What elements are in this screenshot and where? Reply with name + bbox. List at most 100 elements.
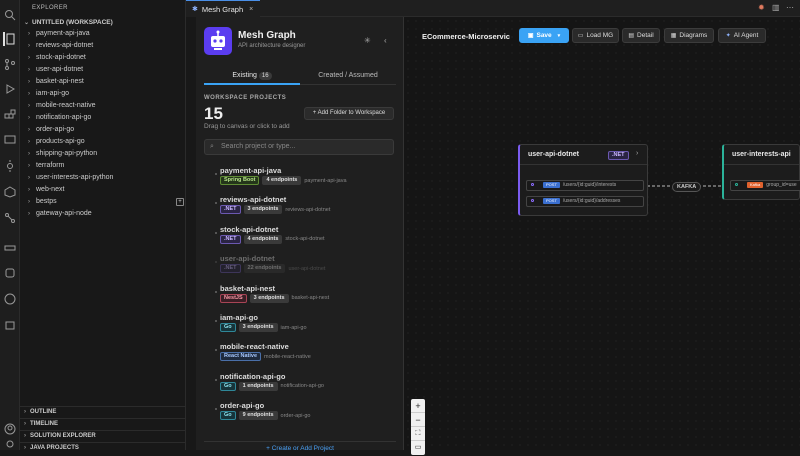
tab-existing[interactable]: Existing 16 xyxy=(204,69,300,85)
service-node-user-api[interactable]: user-api-dotnet .NET › POST/users/{id:gu… xyxy=(518,144,648,216)
project-search-input[interactable]: ⌕ Search project or type... xyxy=(204,139,394,155)
github-icon[interactable] xyxy=(3,292,17,306)
tech-badge: .NET xyxy=(608,151,629,160)
project-item[interactable]: order-api-go Go 9 endpoints order-api-go xyxy=(204,400,394,428)
tree-item[interactable]: › reviews-api-dotnet xyxy=(28,40,184,52)
theme-icon[interactable]: ✳ xyxy=(364,36,371,45)
tree-item[interactable]: › basket-api-nest xyxy=(28,76,184,88)
settings-icon[interactable] xyxy=(3,437,17,451)
tree-item-label: reviews-api-dotnet xyxy=(36,42,94,49)
extensions-icon[interactable] xyxy=(3,108,17,122)
tree-item-label: bestps xyxy=(36,198,57,205)
project-tags: NestJS 3 endpoints basket-api-nest xyxy=(220,293,329,303)
tree-item[interactable]: › notification-api-go xyxy=(28,112,184,124)
drag-handle[interactable] xyxy=(215,202,217,205)
endpoint-count-badge: 3 endpoints xyxy=(249,293,289,303)
project-item[interactable]: mobile-react-native React Native mobile-re… xyxy=(204,341,394,369)
chevron-right-icon: › xyxy=(28,187,30,193)
endpoint-count-badge: 9 endpoints xyxy=(238,411,278,421)
section-solution-explorer[interactable]: › SOLUTION EXPLORER xyxy=(20,430,186,442)
workspace-projects-heading: WORKSPACE PROJECTS xyxy=(204,95,287,101)
kafka-connection-label[interactable]: KAFKA xyxy=(672,182,702,192)
python-icon[interactable] xyxy=(3,266,17,280)
source-control-icon[interactable] xyxy=(3,57,17,71)
project-path: iam-api-go xyxy=(280,324,307,331)
project-item[interactable]: notification-api-go Go 1 endpoints notifica… xyxy=(204,371,394,399)
drag-handle[interactable] xyxy=(215,320,217,322)
collapse-icon[interactable]: ‹ xyxy=(384,36,387,45)
tree-item[interactable]: › terraform xyxy=(28,160,184,172)
drag-handle[interactable] xyxy=(215,261,217,264)
drag-handle[interactable] xyxy=(215,349,217,352)
tree-item[interactable]: › bestps + xyxy=(28,196,184,208)
files-icon[interactable] xyxy=(3,32,17,46)
chevron-right-icon[interactable]: › xyxy=(636,150,638,157)
project-item[interactable]: basket-api-nest NestJS 3 endpoints basket-a… xyxy=(204,283,394,311)
tab-mesh-graph[interactable]: ✱ Mesh Graph × xyxy=(186,0,260,17)
tree-item[interactable]: › iam-api-go xyxy=(28,88,184,100)
tree-item[interactable]: › user-api-dotnet xyxy=(28,64,184,76)
docker-icon[interactable] xyxy=(3,240,17,254)
chevron-right-icon: › xyxy=(28,115,30,121)
project-item[interactable]: user-api-dotnet .NET 22 endpoints user-api-… xyxy=(204,253,394,281)
project-item[interactable]: payment-api-java Spring Boot 4 endpoints pa… xyxy=(204,165,394,193)
project-item[interactable]: iam-api-go Go 3 endpoints iam-api-go xyxy=(204,312,394,340)
add-folder-button[interactable]: + Add Folder to Workspace xyxy=(304,107,394,120)
tree-item[interactable]: › gateway-api-node xyxy=(28,208,184,220)
drag-handle[interactable] xyxy=(215,231,217,234)
robot-icon[interactable] xyxy=(3,318,17,332)
section-outline[interactable]: › OUTLINE xyxy=(20,406,186,418)
sun-icon[interactable] xyxy=(3,159,17,173)
tree-item[interactable]: › user-interests-api-python xyxy=(28,172,184,184)
service-node-user-interests[interactable]: user-interests-api Kafka group_id=use xyxy=(722,144,800,200)
remote-icon[interactable] xyxy=(3,133,17,147)
tree-item[interactable]: › mobile-react-native xyxy=(28,100,184,112)
endpoint-row[interactable]: POST/users/{id:guid}/addresses xyxy=(526,196,644,207)
mesh-graph-panel: Mesh Graph API architecture designer ✳ ‹… xyxy=(196,17,404,453)
box-icon[interactable] xyxy=(3,185,17,199)
add-icon[interactable]: + xyxy=(176,198,184,206)
project-item[interactable]: stock-api-dotnet .NET 4 endpoints stock-api… xyxy=(204,224,394,252)
workspace-title[interactable]: ⌄ UNTITLED (WORKSPACE) xyxy=(24,19,113,26)
search-icon[interactable] xyxy=(3,8,17,22)
section-java-projects[interactable]: › JAVA PROJECTS xyxy=(20,442,186,454)
zoom-in-button[interactable]: + xyxy=(411,399,425,413)
drag-handle[interactable] xyxy=(215,408,217,411)
endpoint-row[interactable]: Kafka group_id=use xyxy=(730,180,800,191)
project-item[interactable]: reviews-api-dotnet .NET 3 endpoints reviews… xyxy=(204,194,394,222)
tree-item[interactable]: › web-next xyxy=(28,184,184,196)
project-name: payment-api-java xyxy=(220,166,282,175)
drag-handle[interactable] xyxy=(215,378,217,381)
endpoint-row[interactable]: POST/users/{id:guid}/interests xyxy=(526,180,644,191)
close-icon[interactable]: × xyxy=(249,6,253,13)
create-project-button[interactable]: + Create or Add Project xyxy=(204,441,396,453)
tree-item-label: payment-api-java xyxy=(36,30,90,37)
lock-button[interactable]: ▭ xyxy=(411,441,425,455)
split-editor-icon[interactable]: ▥ xyxy=(772,3,780,12)
graph-canvas[interactable]: ECommerce-Microservic ▣ Save ▾ ▭ Load MG ▤ D… xyxy=(404,17,800,455)
endpoint-count-badge: 22 endpoints xyxy=(243,264,286,274)
project-tags: .NET 3 endpoints reviews-api-dotnet xyxy=(220,205,330,215)
project-name: reviews-api-dotnet xyxy=(220,195,287,205)
port-icon xyxy=(531,183,534,186)
account-icon[interactable] xyxy=(3,422,17,436)
drag-handle[interactable] xyxy=(215,290,217,293)
extension-icon[interactable]: ✹ xyxy=(758,3,765,12)
tree-item[interactable]: › order-api-go xyxy=(28,124,184,136)
editor-tab-bar: ✱ Mesh Graph × ✹ ▥ ⋯ xyxy=(186,0,800,17)
run-debug-icon[interactable] xyxy=(3,82,17,96)
zoom-out-button[interactable]: − xyxy=(411,413,425,427)
tree-item-label: web-next xyxy=(36,186,65,193)
robot-logo-icon xyxy=(204,27,232,55)
tab-created-assumed[interactable]: Created / Assumed xyxy=(300,69,396,85)
tree-item[interactable]: › shipping-api-python xyxy=(28,148,184,160)
tree-item[interactable]: › stock-api-dotnet xyxy=(28,52,184,64)
tree-item[interactable]: › products-api-go xyxy=(28,136,184,148)
section-timeline[interactable]: › TIMELINE xyxy=(20,418,186,430)
fit-view-button[interactable]: ⛶ xyxy=(411,427,425,441)
port-icon xyxy=(735,183,738,186)
more-actions-icon[interactable]: ⋯ xyxy=(786,3,794,12)
tree-item[interactable]: › payment-api-java xyxy=(28,28,184,40)
drag-handle[interactable] xyxy=(215,173,217,175)
graph-icon[interactable] xyxy=(3,211,17,225)
